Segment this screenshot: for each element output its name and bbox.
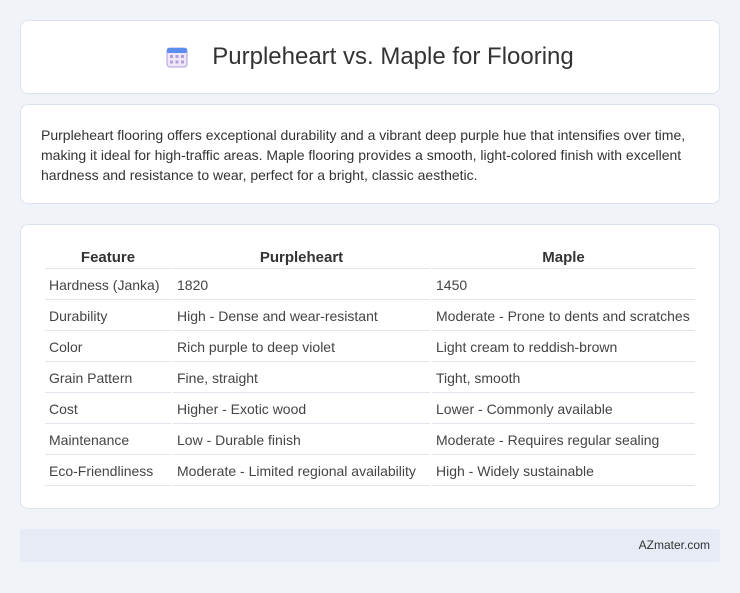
title-card: Purpleheart vs. Maple for Flooring: [20, 20, 720, 94]
table-row: Eco-Friendliness Moderate - Limited regi…: [45, 457, 695, 486]
feature-cell: Grain Pattern: [45, 364, 171, 393]
purpleheart-cell: Rich purple to deep violet: [173, 333, 430, 362]
maple-cell: Lower - Commonly available: [432, 395, 695, 424]
maple-cell: Light cream to reddish-brown: [432, 333, 695, 362]
feature-cell: Color: [45, 333, 171, 362]
feature-cell: Eco-Friendliness: [45, 457, 171, 486]
feature-cell: Hardness (Janka): [45, 271, 171, 300]
table-row: Color Rich purple to deep violet Light c…: [45, 333, 695, 362]
feature-cell: Maintenance: [45, 426, 171, 455]
purpleheart-cell: Moderate - Limited regional availability: [173, 457, 430, 486]
purpleheart-cell: Low - Durable finish: [173, 426, 430, 455]
maple-cell: 1450: [432, 271, 695, 300]
maple-cell: Moderate - Requires regular sealing: [432, 426, 695, 455]
table-header-row: Feature Purpleheart Maple: [45, 247, 695, 269]
table-row: Hardness (Janka) 1820 1450: [45, 271, 695, 300]
purpleheart-cell: Fine, straight: [173, 364, 430, 393]
footer: AZmater.com: [20, 529, 720, 562]
page-title: Purpleheart vs. Maple for Flooring: [212, 43, 574, 70]
header-purpleheart: Purpleheart: [173, 247, 430, 269]
table-row: Durability High - Dense and wear-resista…: [45, 302, 695, 331]
table-row: Cost Higher - Exotic wood Lower - Common…: [45, 395, 695, 424]
calendar-icon: [166, 46, 188, 68]
purpleheart-cell: Higher - Exotic wood: [173, 395, 430, 424]
header-maple: Maple: [432, 247, 695, 269]
purpleheart-cell: High - Dense and wear-resistant: [173, 302, 430, 331]
table-row: Maintenance Low - Durable finish Moderat…: [45, 426, 695, 455]
comparison-table-card: Feature Purpleheart Maple Hardness (Jank…: [20, 224, 720, 509]
feature-cell: Durability: [45, 302, 171, 331]
maple-cell: Moderate - Prone to dents and scratches: [432, 302, 695, 331]
comparison-table: Feature Purpleheart Maple Hardness (Jank…: [43, 245, 697, 488]
summary-text: Purpleheart flooring offers exceptional …: [41, 127, 686, 183]
summary-card: Purpleheart flooring offers exceptional …: [20, 104, 720, 204]
maple-cell: High - Widely sustainable: [432, 457, 695, 486]
feature-cell: Cost: [45, 395, 171, 424]
table-row: Grain Pattern Fine, straight Tight, smoo…: [45, 364, 695, 393]
footer-brand: AZmater.com: [638, 538, 710, 552]
header-feature: Feature: [45, 247, 171, 269]
purpleheart-cell: 1820: [173, 271, 430, 300]
maple-cell: Tight, smooth: [432, 364, 695, 393]
